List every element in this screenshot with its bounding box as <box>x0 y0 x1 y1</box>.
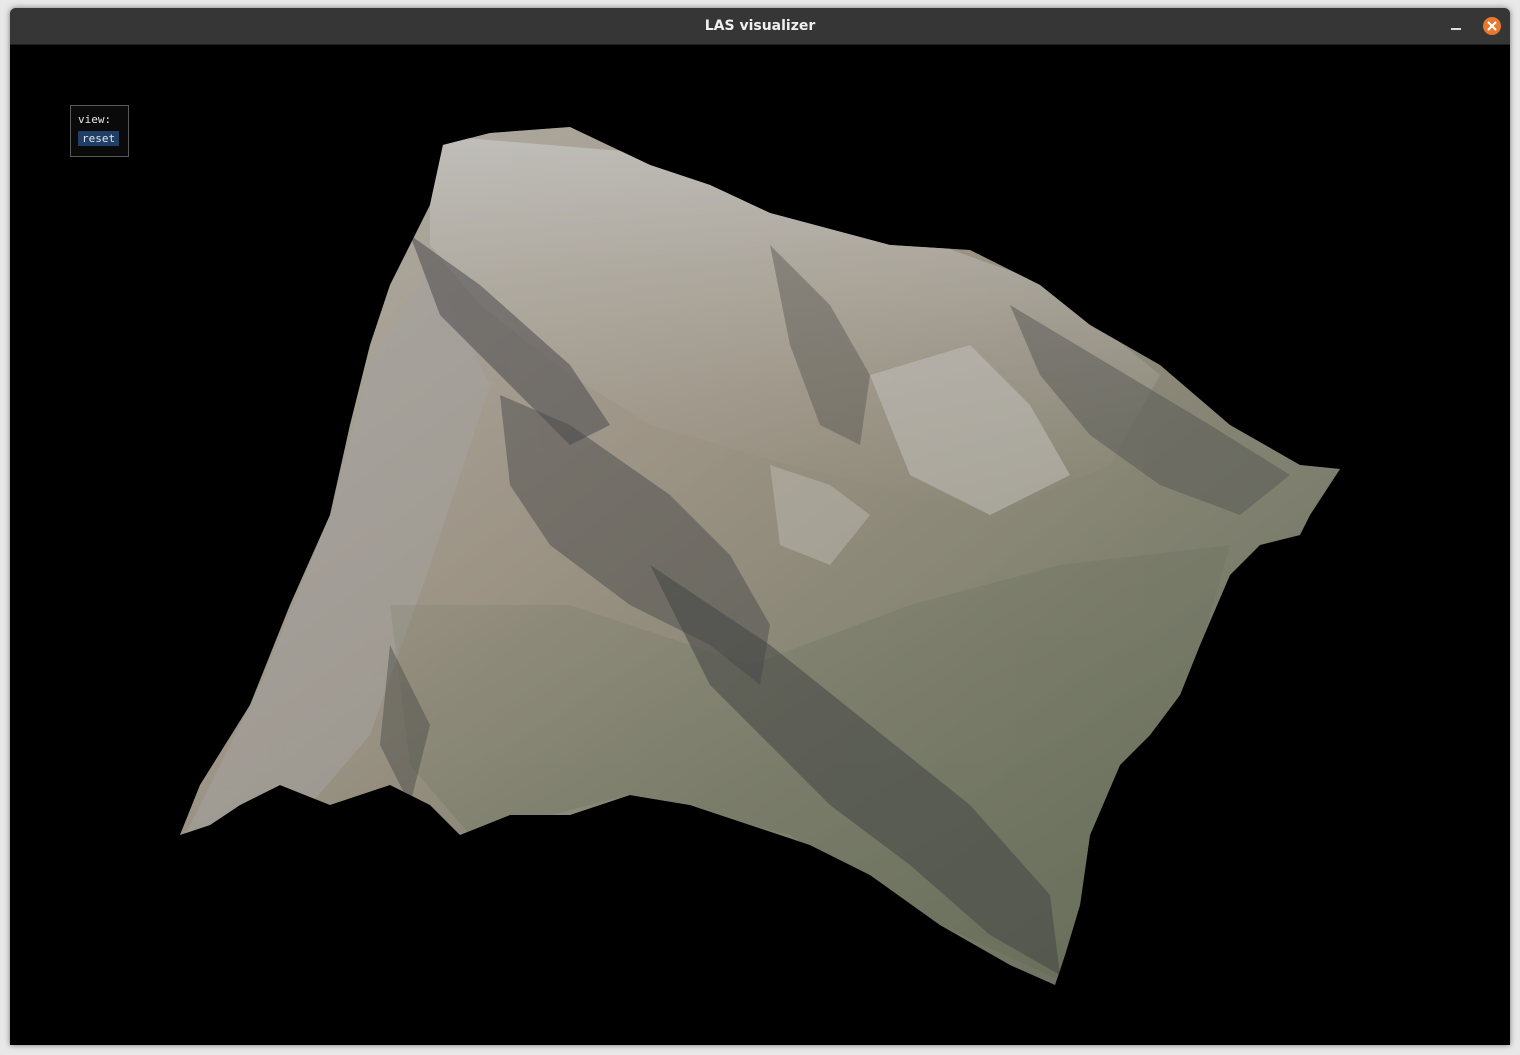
window-title: LAS visualizer <box>704 18 816 34</box>
close-button[interactable] <box>1483 17 1501 35</box>
app-window: LAS visualizer view: reset <box>10 8 1510 1045</box>
minimize-icon <box>1451 28 1461 30</box>
view-panel: view: reset <box>70 105 129 157</box>
close-icon <box>1487 21 1497 31</box>
title-bar[interactable]: LAS visualizer <box>10 8 1510 45</box>
view-label: view: <box>78 113 112 126</box>
terrain-point-cloud[interactable] <box>10 45 1510 1045</box>
reset-button[interactable]: reset <box>78 131 120 146</box>
3d-viewport[interactable]: view: reset <box>10 45 1510 1045</box>
minimize-button[interactable] <box>1446 16 1466 36</box>
